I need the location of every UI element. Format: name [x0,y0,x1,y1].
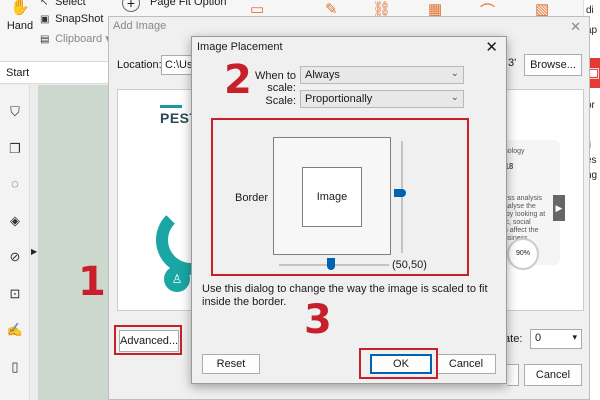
preview-title: PESTE [160,110,191,126]
user-icon: ♙ [164,266,190,292]
step-number-1: 1 [78,259,106,305]
rotate-select[interactable]: 0 ▾ [530,329,582,349]
chevron-down-icon: ⌄ [450,92,459,103]
add-image-cancel-button[interactable]: Cancel [524,364,582,386]
cancel-button[interactable]: Cancel [436,354,496,374]
select-tool[interactable]: ↖ Select [40,0,86,8]
page-fit-option[interactable]: Page Fit Option [150,0,226,8]
preview-badge: 90% [507,238,539,270]
chevron-down-icon: ▾ [572,332,577,342]
add-image-title: Add Image [113,20,167,32]
bookmark-icon[interactable]: ⛉ [6,103,24,121]
add-icon[interactable]: + [122,0,140,12]
expand-arrow-icon[interactable]: ▶ [31,247,37,256]
dialog-title: Image Placement [197,41,283,53]
clipboard-tool[interactable]: ▤ Clipboard ▾ [40,32,111,45]
image-preview: PESTE ♙ [117,89,192,311]
add-image-ok-button[interactable] [507,364,519,386]
location-tail: 3' [508,57,517,69]
browse-button[interactable]: Browse... [524,54,582,76]
start-label: Start [6,67,30,79]
document-background [38,85,110,400]
signature-icon[interactable]: ✍ [6,321,24,339]
scale-value: Proportionally [305,93,373,105]
snapshot-label: SnapShot [55,13,104,25]
lock-icon[interactable]: ⊡ [6,285,24,303]
hand-icon: ✋ [10,0,30,16]
chevron-down-icon: ⌄ [450,68,459,79]
when-to-scale-select[interactable]: Always ⌄ [300,66,464,84]
close-icon[interactable]: ✕ [485,38,498,56]
attachment-icon[interactable]: ⊘ [6,248,24,266]
left-sidebar: ⛉ ❐ ◌ ◈ ⊘ ⊡ ✍ ▯ [0,85,30,400]
highlight-placement-area [211,118,469,276]
right-preview: hnology 018 is ness analysis analyse the… [494,89,584,311]
page-fit-label: Page Fit Option [150,0,227,8]
start-tab[interactable]: Start [0,62,110,84]
chevron-right-icon[interactable]: ▶ [553,195,565,221]
when-to-scale-value: Always [305,69,340,81]
camera-icon: ▣ [40,14,50,25]
location-label: Location: [117,59,162,71]
preview-ring [156,205,191,275]
strip-text: di [586,5,594,16]
scale-select[interactable]: Proportionally ⌄ [300,90,464,108]
select-label: Select [55,0,86,8]
step-number-2: 2 [224,57,252,103]
highlight-advanced [114,325,182,355]
preview-accent-line [160,105,182,108]
clipboard-icon: ▤ [40,34,50,45]
highlight-ok [359,348,438,379]
comment-icon[interactable]: ◌ [6,175,24,193]
cursor-icon: ↖ [40,0,49,8]
document-icon[interactable]: ▯ [6,358,24,376]
step-number-3: 3 [304,297,332,343]
pages-icon[interactable]: ❐ [6,140,24,158]
help-text: Use this dialog to change the way the im… [202,283,488,308]
hand-label: Hand [6,20,34,32]
reset-button[interactable]: Reset [202,354,260,374]
snapshot-tool[interactable]: ▣ SnapShot [40,13,103,25]
close-icon[interactable]: ✕ [570,19,581,35]
rotate-value: 0 [535,332,542,344]
hand-tool[interactable]: ✋ Hand [6,0,34,32]
layers-icon[interactable]: ◈ [6,212,24,230]
clipboard-label: Clipboard [55,33,103,45]
